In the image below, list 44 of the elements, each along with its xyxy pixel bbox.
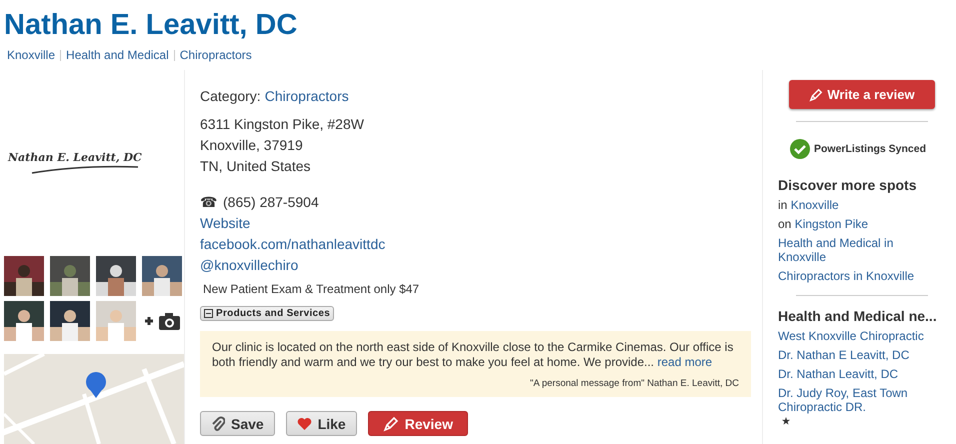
breadcrumb-link[interactable]: Knoxville [7,48,56,62]
review-button[interactable]: Review [368,411,468,436]
nearby-link[interactable]: Dr. Nathan E Leavitt, DC [778,348,910,362]
paperclip-icon [211,416,225,432]
breadcrumb-link[interactable]: Chiropractors [180,48,252,62]
heart-icon [296,416,312,430]
address-line: TN, United States [200,157,312,176]
like-button[interactable]: Like [286,411,357,436]
section-title: Health and Medical ne... [778,308,938,324]
address-line: 6311 Kingston Pike, #28W [200,115,365,134]
signature-logo: Nathan E. Leavitt, DC [8,151,142,174]
offer-note: New Patient Exam & Treatment only $47 [203,282,420,296]
add-photo-icon[interactable] [143,312,181,330]
read-more-link[interactable]: read more [657,355,712,369]
phone-number: (865) 287-5904 [223,194,319,210]
check-icon [790,139,810,159]
save-button[interactable]: Save [200,411,275,436]
write-review-button[interactable]: Write a review [789,80,935,109]
pencil-icon [809,88,824,102]
pencil-icon [382,416,399,432]
contact-link[interactable]: @knoxvillechiro [200,257,298,273]
synced-label: PowerListings Synced [814,143,926,155]
link-prefix: on [778,217,792,231]
nearby-link[interactable]: Dr. Nathan Leavitt, DC [778,367,898,381]
discover-link[interactable]: Health and Medical in Knoxville [778,236,944,264]
breadcrumb-link[interactable]: Health and Medical [66,48,169,62]
business-title: Nathan E. Leavitt, DC [4,8,298,42]
discover-link[interactable]: Kingston Pike [794,217,868,231]
collapse-icon [204,309,213,318]
link-prefix: in [778,198,788,212]
phone-icon: ☎ [200,194,217,210]
discover-link[interactable]: Knoxville [790,198,839,212]
message-attribution: "A personal message from" Nathan E. Leavitt, DC [529,378,739,389]
products-button[interactable]: Products and Services [200,306,334,321]
nearby-link[interactable]: West Knoxville Chiropractic [778,329,924,343]
section-title: Discover more spots [778,177,918,193]
address-line: Knoxville, 37919 [200,136,304,155]
nearby-link[interactable]: Dr. Judy Roy, East Town Chiropractic DR. [778,386,944,414]
category-link[interactable]: Chiropractors [264,88,349,104]
message-text: Our clinic is located on the north east side of Knoxville close to the Carmike Cinemas. Our office is both friendly and warm and we try our best to make you feel at home. We provide... read more [212,340,734,370]
category-label: Category: [200,88,261,104]
discover-link[interactable]: Chiropractors in Knoxville [778,269,914,283]
contact-link[interactable]: facebook.com/nathanleavittdc [200,236,386,252]
contact-link[interactable]: Website [200,215,250,231]
